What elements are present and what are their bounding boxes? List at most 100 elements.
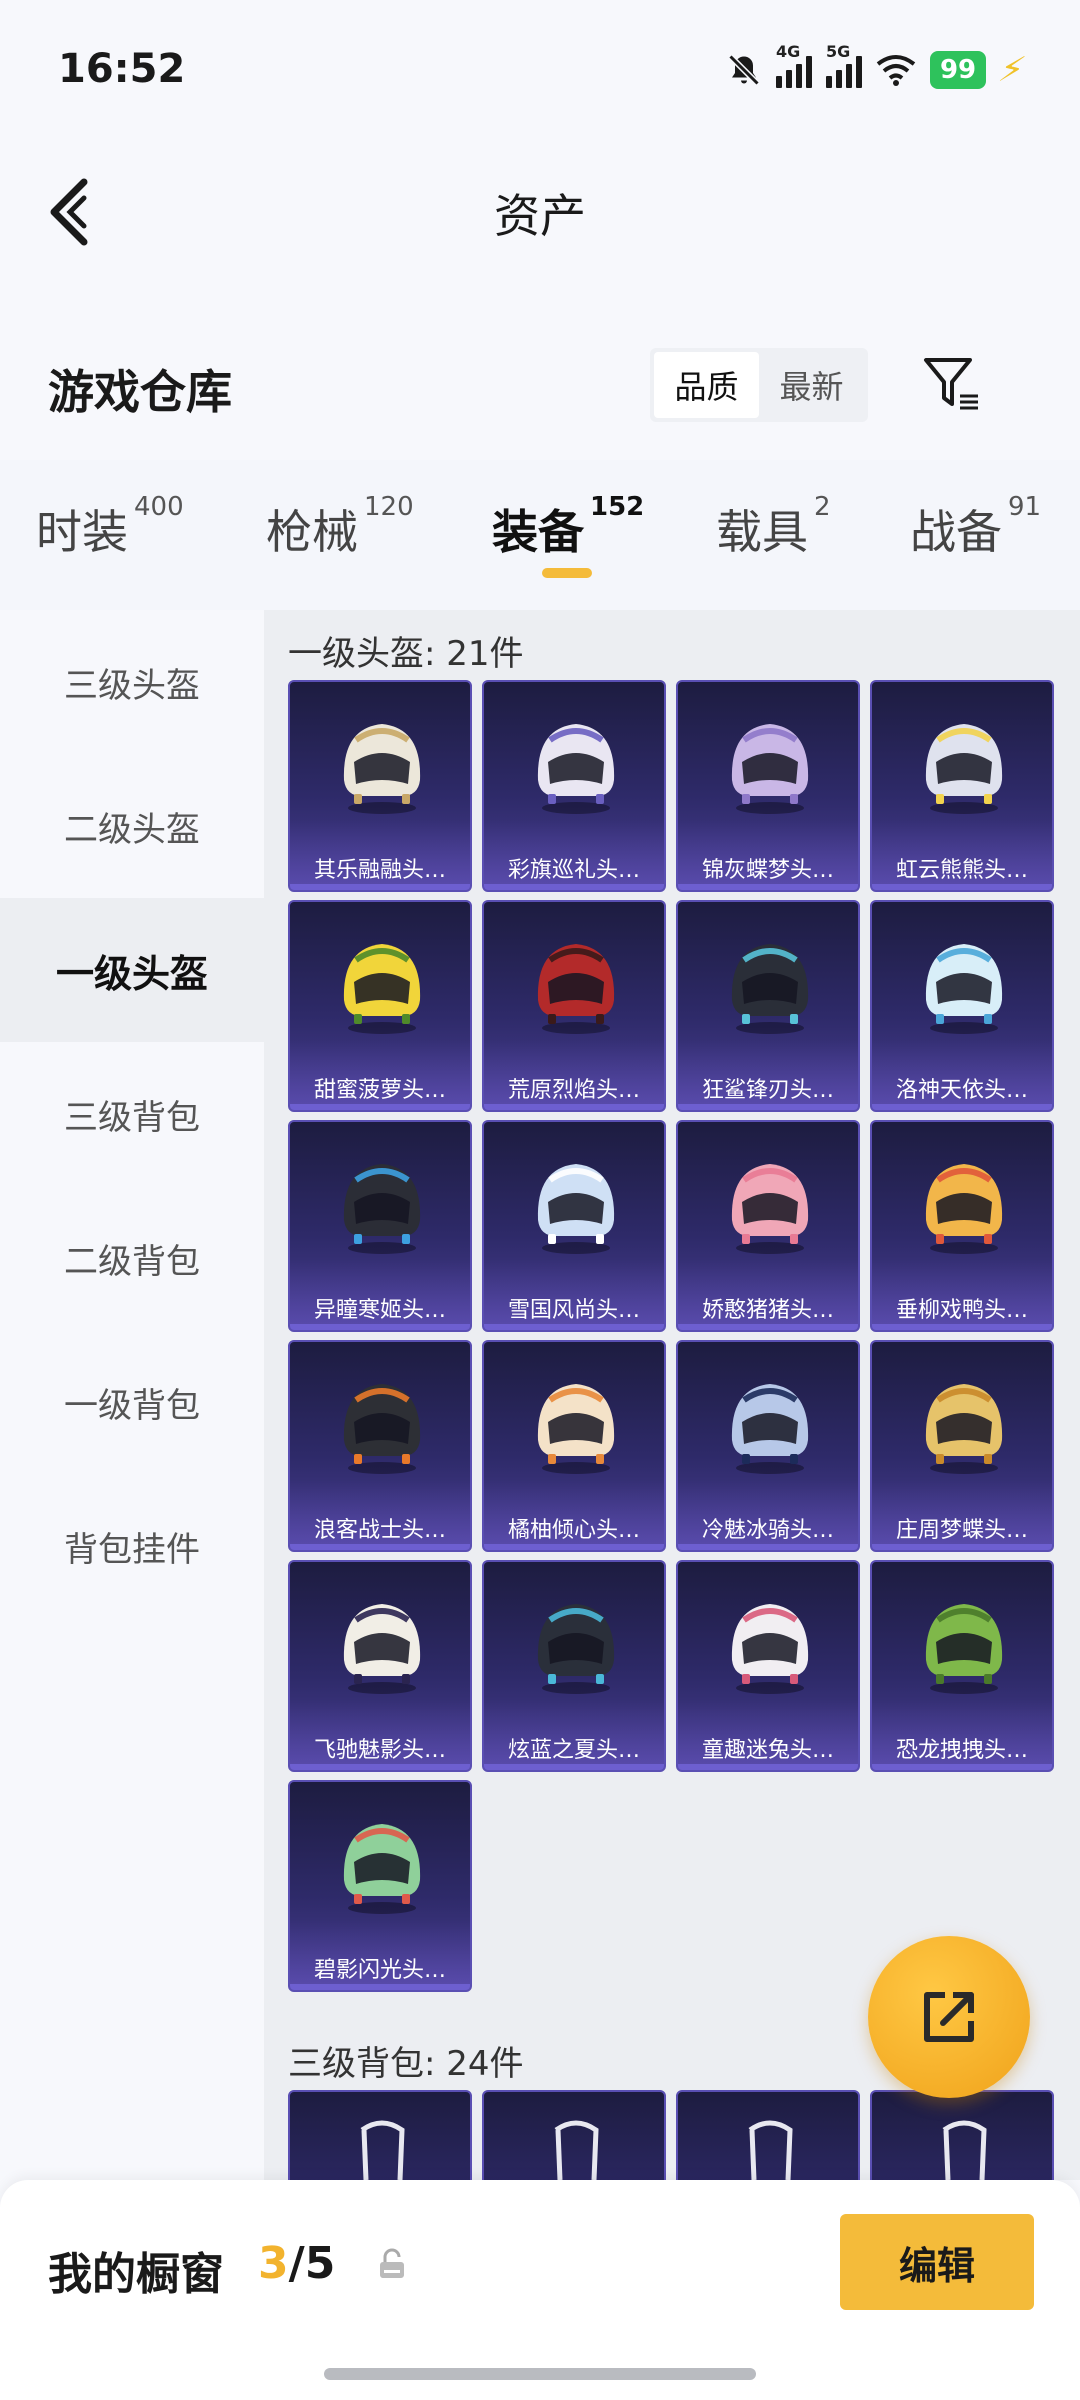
tab-count: 2 [814,492,831,522]
tab-count: 152 [590,492,645,522]
item-card[interactable]: 冷魅冰骑头… [676,1340,860,1552]
showcase-label: 我的橱窗 [48,2249,224,2300]
item-card[interactable]: 锦灰蝶梦头… [676,680,860,892]
item-card[interactable]: 炫蓝之夏头… [482,1560,666,1772]
sidebar-item-level1-helmet[interactable]: 一级头盔 [0,898,264,1042]
status-time: 16:52 [58,46,186,92]
card-accent-bar [872,1544,1052,1550]
helmet-icon [343,1384,421,1474]
item-card[interactable]: 碧影闪光头… [288,1780,472,1992]
helmet-icon [925,1164,1003,1254]
item-name: 虹云熊熊头… [895,858,1028,883]
section-title-level3-backpack: 三级背包: 24件 [288,2044,524,2084]
tab-count: 120 [364,492,414,522]
helmet-icon [537,1604,615,1694]
item-card[interactable]: 虹云熊熊头… [870,680,1054,892]
card-accent-bar [290,1104,470,1110]
sidebar-item-level2-helmet[interactable]: 二级头盔 [0,754,264,898]
sidebar-item-level3-backpack[interactable]: 三级背包 [0,1042,264,1186]
sidebar-item-level1-backpack[interactable]: 一级背包 [0,1330,264,1474]
item-card[interactable]: 雪国风尚头… [482,1120,666,1332]
item-card[interactable]: 飞驰魅影头… [288,1560,472,1772]
helmet-icon [343,944,421,1034]
item-card[interactable]: 恐龙拽拽头… [870,1560,1054,1772]
item-card[interactable]: 橘柚倾心头… [482,1340,666,1552]
item-name: 浪客战士头… [313,1518,446,1543]
item-name: 飞驰魅影头… [313,1738,446,1763]
item-card[interactable] [676,2090,860,2180]
tab-vehicles[interactable]: 载具 2 [716,492,831,562]
item-name: 雪国风尚头… [507,1298,640,1323]
signal-icon: 4G [775,42,812,88]
sort-option-quality[interactable]: 品质 [654,352,759,418]
tab-label: 时装 [36,505,128,559]
showcase-count: 3/5 [258,2238,335,2289]
card-accent-bar [290,884,470,890]
backpack-icon [360,2120,405,2180]
card-accent-bar [872,1324,1052,1330]
showcase-total: 5 [304,2238,336,2289]
sidebar-item-backpack-charm[interactable]: 背包挂件 [0,1474,264,1618]
sort-option-newest[interactable]: 最新 [759,352,864,418]
card-accent-bar [290,1324,470,1330]
backpack-icon [748,2120,793,2180]
item-card[interactable]: 狂鲨锋刃头… [676,900,860,1112]
tab-gear[interactable]: 战备 91 [910,492,1041,562]
backpack-icon [942,2120,987,2180]
item-name: 冷魅冰骑头… [701,1518,834,1543]
helmet-icon [537,1384,615,1474]
tab-equipment[interactable]: 装备 152 [492,492,644,562]
helmet-icon [343,1604,421,1694]
showcase-separator: / [288,2238,305,2289]
share-external-icon [924,1992,974,2042]
helmet-icon [731,944,809,1034]
tab-label: 载具 [716,505,808,559]
home-indicator[interactable] [324,2368,756,2380]
item-card[interactable]: 荒原烈焰头… [482,900,666,1112]
signal-icon: 5G [825,42,862,88]
item-card[interactable]: 浪客战士头… [288,1340,472,1552]
card-accent-bar [484,1104,664,1110]
item-card[interactable]: 娇憨猪猪头… [676,1120,860,1332]
wifi-icon [876,55,916,86]
helmet-icon [343,1824,421,1914]
helmet-icon [925,944,1003,1034]
tab-fashion[interactable]: 时装 400 [36,492,184,562]
sort-toggle: 品质 最新 [650,348,868,422]
tab-label: 枪械 [266,505,358,559]
tab-label: 装备 [492,505,584,559]
card-accent-bar [290,1764,470,1770]
status-icons: 4G 5G 99 ⚡ [726,42,1029,94]
filter-icon[interactable] [920,352,984,416]
card-accent-bar [872,1104,1052,1110]
item-card[interactable] [482,2090,666,2180]
item-card[interactable]: 童趣迷兔头… [676,1560,860,1772]
helmet-icon [925,1384,1003,1474]
item-card[interactable]: 垂柳戏鸭头… [870,1120,1054,1332]
charging-icon: ⚡ [994,50,1030,90]
item-name: 恐龙拽拽头… [895,1738,1028,1763]
item-card[interactable]: 洛神天依头… [870,900,1054,1112]
item-card[interactable]: 甜蜜菠萝头… [288,900,472,1112]
helmet-icon [343,1164,421,1254]
card-accent-bar [678,1544,858,1550]
item-card[interactable] [870,2090,1054,2180]
sidebar-item-level3-helmet[interactable]: 三级头盔 [0,610,264,754]
helmet-icon [925,1604,1003,1694]
helmet-icon [731,1164,809,1254]
item-card[interactable] [288,2090,472,2180]
category-tabs: 时装 400 枪械 120 装备 152 载具 2 战备 91 [0,460,1080,610]
item-card[interactable]: 其乐融融头… [288,680,472,892]
item-card[interactable]: 异瞳寒姬头… [288,1120,472,1332]
item-card[interactable]: 庄周梦蝶头… [870,1340,1054,1552]
tab-firearms[interactable]: 枪械 120 [266,492,414,562]
edit-button[interactable]: 编辑 [840,2214,1034,2310]
item-name: 彩旗巡礼头… [507,858,640,883]
warehouse-title: 游戏仓库 [48,365,232,419]
item-name: 洛神天依头… [895,1078,1028,1103]
share-button[interactable] [868,1936,1030,2098]
subcategory-sidebar: 三级头盔 二级头盔 一级头盔 三级背包 二级背包 一级背包 背包挂件 [0,610,264,2180]
helmet-icon [731,1604,809,1694]
item-card[interactable]: 彩旗巡礼头… [482,680,666,892]
sidebar-item-level2-backpack[interactable]: 二级背包 [0,1186,264,1330]
